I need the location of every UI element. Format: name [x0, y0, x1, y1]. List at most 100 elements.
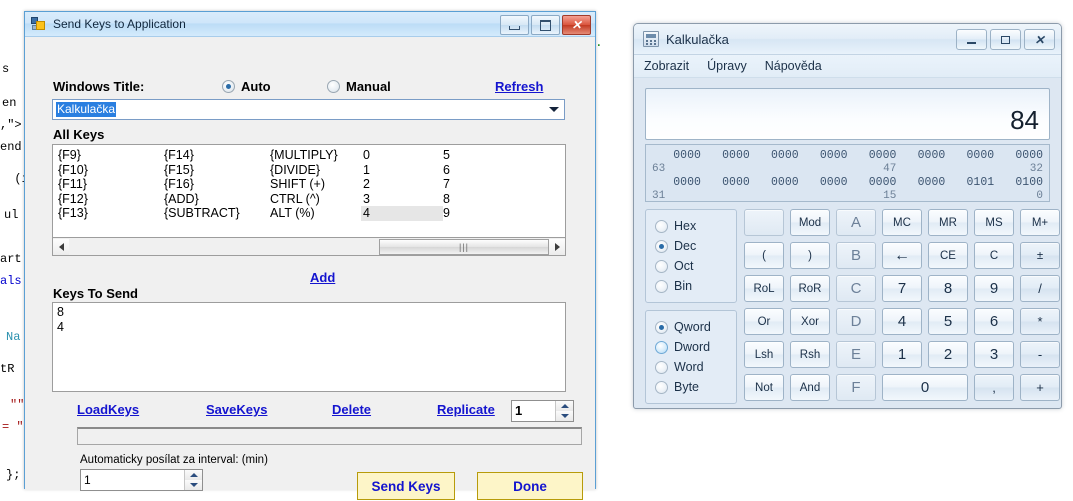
all-keys-cell[interactable]: 1	[363, 163, 443, 178]
all-keys-cell[interactable]: {F10}	[58, 163, 164, 178]
calculator-title-bar[interactable]: Kalkulačka ✕	[634, 24, 1061, 55]
interval-decrement-button[interactable]	[185, 480, 202, 490]
all-keys-cell[interactable]: 0	[363, 148, 443, 163]
all-keys-cell[interactable]: 6	[443, 163, 523, 178]
interval-increment-button[interactable]	[185, 470, 202, 480]
bitwise-key-mod[interactable]: Mod	[790, 209, 830, 236]
all-keys-cell[interactable]: 3	[363, 192, 443, 207]
key-ce[interactable]: CE	[928, 242, 968, 269]
bitwise-key-rol[interactable]: RoL	[744, 275, 784, 302]
binary-nibble[interactable]: 0000	[848, 149, 897, 163]
add-link[interactable]: Add	[310, 270, 335, 285]
binary-nibble[interactable]: 0000	[701, 176, 750, 190]
binary-nibble[interactable]: 0100	[994, 176, 1043, 190]
key-9[interactable]: 9	[974, 275, 1014, 302]
bitwise-key-not[interactable]: Not	[744, 374, 784, 401]
word-option-qword[interactable]: Qword	[655, 317, 736, 337]
close-button[interactable]: ✕	[562, 15, 591, 35]
hex-key-b[interactable]: B	[836, 242, 876, 269]
all-keys-cell[interactable]: {F9}	[58, 148, 164, 163]
key-5[interactable]: 5	[928, 308, 968, 335]
all-keys-cell[interactable]: 2	[363, 177, 443, 192]
save-keys-link[interactable]: SaveKeys	[206, 402, 267, 417]
key-4[interactable]: 4	[882, 308, 922, 335]
key-2[interactable]: 2	[928, 341, 968, 368]
scroll-right-button[interactable]	[549, 238, 565, 255]
hex-key-c[interactable]: C	[836, 275, 876, 302]
keys-to-send-textarea[interactable]: 8 4	[52, 302, 566, 392]
all-keys-cell[interactable]: {F11}	[58, 177, 164, 192]
replicate-increment-button[interactable]	[556, 401, 573, 411]
key-c[interactable]: C	[974, 242, 1014, 269]
interval-value[interactable]: 1	[81, 470, 184, 490]
binary-nibble[interactable]: 0000	[652, 176, 701, 190]
interval-stepper[interactable]: 1	[80, 469, 203, 491]
key-3[interactable]: 3	[974, 341, 1014, 368]
all-keys-horizontal-scrollbar[interactable]: |||	[52, 238, 566, 256]
binary-nibble[interactable]: 0000	[799, 149, 848, 163]
hex-key-e[interactable]: E	[836, 341, 876, 368]
bitwise-key-open-paren[interactable]: (	[744, 242, 784, 269]
all-keys-cell[interactable]: 8	[443, 192, 523, 207]
bitwise-key-and[interactable]: And	[790, 374, 830, 401]
key-sign[interactable]: ±	[1020, 242, 1060, 269]
key-subtract[interactable]: -	[1020, 341, 1060, 368]
windows-title-combobox[interactable]: Kalkulačka	[52, 99, 565, 120]
key-mc[interactable]: MC	[882, 209, 922, 236]
all-keys-cell[interactable]: {ADD}	[164, 192, 270, 207]
binary-nibble[interactable]: 0101	[945, 176, 995, 190]
refresh-link[interactable]: Refresh	[495, 79, 543, 94]
all-keys-cell[interactable]: 7	[443, 177, 523, 192]
key-decimal-separator[interactable]: ,	[974, 374, 1014, 401]
binary-nibble[interactable]: 0000	[750, 176, 799, 190]
scroll-left-button[interactable]	[53, 238, 69, 255]
scrollbar-thumb[interactable]: |||	[379, 238, 549, 255]
key-m-plus[interactable]: M+	[1020, 209, 1060, 236]
radio-manual[interactable]: Manual	[327, 79, 391, 94]
maximize-button[interactable]	[531, 15, 560, 35]
all-keys-cell[interactable]: {MULTIPLY}	[270, 148, 363, 163]
binary-nibble[interactable]: 0000	[848, 176, 897, 190]
binary-nibble-row[interactable]: 0000 0000 0000 0000 0000 0000 0000 0000	[652, 149, 1043, 163]
word-option-byte[interactable]: Byte	[655, 377, 736, 397]
key-1[interactable]: 1	[882, 341, 922, 368]
status-field[interactable]	[77, 427, 582, 445]
hex-key-a[interactable]: A	[836, 209, 876, 236]
dialog-title-bar[interactable]: Send Keys to Application ✕	[25, 12, 595, 37]
bitwise-key-xor[interactable]: Xor	[790, 308, 830, 335]
all-keys-cell[interactable]: {F12}	[58, 192, 164, 207]
minimize-button[interactable]	[500, 15, 529, 35]
binary-nibble[interactable]: 0000	[896, 149, 946, 163]
bitwise-key-close-paren[interactable]: )	[790, 242, 830, 269]
close-button[interactable]: ✕	[1024, 29, 1055, 50]
binary-nibble[interactable]: 0000	[994, 149, 1043, 163]
key-0[interactable]: 0	[882, 374, 968, 401]
binary-nibble[interactable]: 0000	[945, 149, 995, 163]
key-6[interactable]: 6	[974, 308, 1014, 335]
all-keys-cell[interactable]: {F13}	[58, 206, 164, 221]
binary-nibble[interactable]: 0000	[799, 176, 848, 190]
word-option-dword[interactable]: Dword	[655, 337, 736, 357]
key-backspace[interactable]: ←	[882, 242, 922, 269]
all-keys-cell[interactable]: CTRL (^)	[270, 192, 363, 207]
all-keys-cell-selected[interactable]: 4	[361, 206, 443, 221]
all-keys-cell[interactable]: {F15}	[164, 163, 270, 178]
replicate-stepper[interactable]: 1	[511, 400, 574, 422]
key-add[interactable]: +	[1020, 374, 1060, 401]
all-keys-cell[interactable]: {SUBTRACT}	[164, 206, 270, 221]
key-ms[interactable]: MS	[974, 209, 1014, 236]
binary-nibble-row[interactable]: 0000 0000 0000 0000 0000 0000 0101 0100	[652, 176, 1043, 190]
hex-key-d[interactable]: D	[836, 308, 876, 335]
send-keys-button[interactable]: Send Keys	[357, 472, 455, 500]
menu-item-upravy[interactable]: Úpravy	[707, 59, 747, 73]
replicate-decrement-button[interactable]	[556, 411, 573, 421]
key-7[interactable]: 7	[882, 275, 922, 302]
base-option-oct[interactable]: Oct	[655, 256, 736, 276]
all-keys-cell[interactable]: SHIFT (+)	[270, 177, 363, 192]
replicate-link[interactable]: Replicate	[437, 402, 495, 417]
replicate-value[interactable]: 1	[512, 401, 555, 421]
key-divide[interactable]: /	[1020, 275, 1060, 302]
bitwise-key-ror[interactable]: RoR	[790, 275, 830, 302]
bitwise-key-rsh[interactable]: Rsh	[790, 341, 830, 368]
radio-auto[interactable]: Auto	[222, 79, 271, 94]
